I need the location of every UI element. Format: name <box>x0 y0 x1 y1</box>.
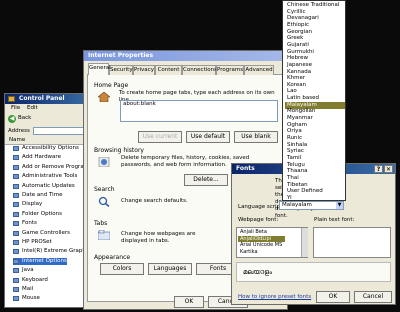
language-script-combobox[interactable]: Malayalam ▼ <box>279 201 344 210</box>
home-page-heading: Home Page <box>94 82 129 89</box>
control-panel-item[interactable]: HP PROSet <box>13 239 52 246</box>
fonts-cancel-button[interactable]: Cancel <box>354 291 392 303</box>
webpage-font-option[interactable]: Arial Unicode MS <box>238 242 285 248</box>
control-panel-title: Control Panel <box>19 95 65 102</box>
internet-properties-title: Internet Properties <box>88 52 154 59</box>
control-panel-item[interactable]: Administrative Tools <box>13 173 77 180</box>
close-icon[interactable]: ✕ <box>384 165 393 173</box>
back-label: Back <box>18 115 32 121</box>
control-panel-item[interactable]: Fonts <box>13 220 37 227</box>
webpage-font-option[interactable]: Kartika <box>238 249 285 255</box>
control-panel-item[interactable]: Internet Options <box>13 257 67 265</box>
control-panel-item[interactable]: Mail <box>13 286 33 293</box>
tabs-heading: Tabs <box>94 220 108 227</box>
control-panel-item[interactable]: Date and Time <box>13 192 62 199</box>
browsing-history-icon <box>98 156 110 168</box>
language-script-value: Malayalam <box>282 202 312 208</box>
name-column-label: Name <box>9 137 26 143</box>
tab-content[interactable]: Content <box>155 65 182 75</box>
webpage-font-list[interactable]: Anjali Beta AnjaliOldLipi Arial Unicode MS… <box>236 227 308 258</box>
control-panel-item[interactable]: Display <box>13 201 42 208</box>
tab-privacy[interactable]: Privacy <box>133 65 155 75</box>
webpage-font-option[interactable]: Anjali Beta <box>238 229 285 235</box>
control-panel-item[interactable]: Automatic Updates <box>13 183 75 190</box>
help-icon[interactable]: ? <box>374 165 383 173</box>
control-panel-item[interactable]: Keyboard <box>13 277 48 284</box>
chevron-down-icon[interactable]: ▼ <box>336 202 343 209</box>
internet-properties-ok-button[interactable]: OK <box>174 296 204 308</box>
control-panel-item[interactable]: Intel(R) Extreme Graphics <box>13 248 93 255</box>
control-panel-item[interactable]: Game Controllers <box>13 230 70 237</box>
language-script-dropdown: Chinese Traditional Cyrillic Devanagari Eth… <box>282 0 346 201</box>
tab-connections[interactable]: Connections <box>182 65 217 75</box>
plain-text-font-label: Plain text font: <box>314 217 355 223</box>
tabs-desc: Change how webpages are displayed in tab… <box>121 231 196 244</box>
preview-text: മലയാളം <box>243 268 273 276</box>
control-panel-toolbar: ◀ Back <box>5 113 93 127</box>
control-panel-item[interactable]: Folder Options <box>13 211 62 218</box>
browsing-history-heading: Browsing history <box>94 147 144 154</box>
appearance-heading: Appearance <box>94 254 131 261</box>
control-panel-item[interactable]: Java <box>13 267 34 274</box>
tab-advanced[interactable]: Advanced <box>244 65 274 75</box>
plain-text-font-list[interactable] <box>313 227 391 258</box>
colors-button[interactable]: Colors <box>100 263 144 275</box>
menu-edit[interactable]: Edit <box>27 105 38 111</box>
control-panel-icon <box>8 96 15 102</box>
webpage-font-option[interactable]: AnjaliOldLipi <box>238 235 285 242</box>
delete-history-button[interactable]: Delete... <box>184 174 228 186</box>
use-current-button[interactable]: Use current <box>138 131 182 143</box>
home-page-icon <box>97 91 111 103</box>
control-panel-item[interactable]: Add or Remove Programs <box>13 164 92 171</box>
script-option[interactable]: Yi <box>285 195 345 202</box>
control-panel-window: Control Panel File Edit ◀ Back Address N… <box>4 93 94 308</box>
use-default-button[interactable]: Use default <box>186 131 230 143</box>
address-label: Address <box>8 128 30 134</box>
fonts-dialog-title: Fonts <box>236 165 255 172</box>
back-button[interactable]: ◀ Back <box>8 114 36 124</box>
internet-properties-titlebar[interactable]: Internet Properties <box>84 51 287 61</box>
tab-programs[interactable]: Programs <box>216 65 244 75</box>
tab-security[interactable]: Security <box>109 65 133 75</box>
use-blank-button[interactable]: Use blank <box>234 131 278 143</box>
ignore-preset-fonts-link[interactable]: How to ignore preset fonts <box>238 294 311 300</box>
languages-button[interactable]: Languages <box>148 263 192 275</box>
fonts-ok-button[interactable]: OK <box>316 291 350 303</box>
control-panel-titlebar[interactable]: Control Panel <box>5 94 93 104</box>
home-page-input[interactable]: about:blank <box>120 100 278 122</box>
webpage-font-scrollbar[interactable] <box>301 228 308 257</box>
name-column-header[interactable]: Name <box>5 136 93 145</box>
control-panel-item[interactable]: Accessibility Options <box>13 145 79 152</box>
back-arrow-icon: ◀ <box>8 115 16 123</box>
search-heading: Search <box>94 186 115 193</box>
webpage-font-label: Webpage font: <box>238 217 279 223</box>
tab-general[interactable]: General <box>88 63 111 75</box>
control-panel-item[interactable]: Add Hardware <box>13 154 61 161</box>
search-icon <box>98 196 110 208</box>
control-panel-item[interactable]: Mouse <box>13 295 40 302</box>
menu-file[interactable]: File <box>11 105 20 111</box>
language-script-label: Language script: <box>238 204 285 210</box>
tabs-icon <box>97 229 111 241</box>
preview-box: മലയാളം <box>236 262 391 282</box>
control-panel-list: Accessibility Options Add Hardware Add or … <box>5 145 93 305</box>
